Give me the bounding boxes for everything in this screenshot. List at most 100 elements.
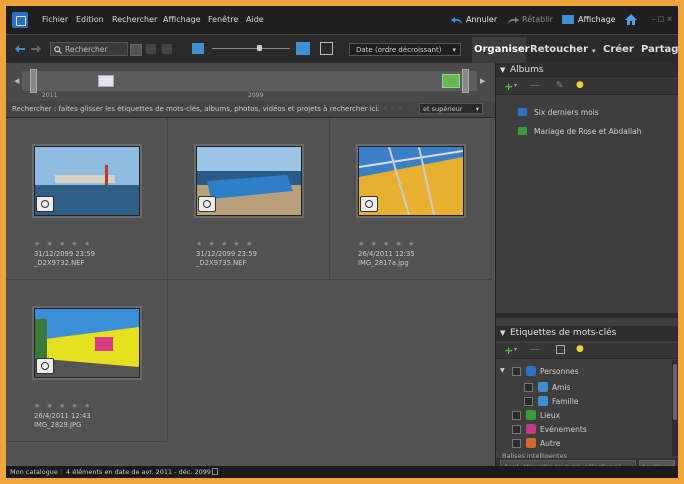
keyword-filter-icon[interactable] bbox=[556, 345, 565, 354]
keyword-checkbox[interactable] bbox=[512, 439, 521, 448]
keyword-label[interactable]: Personnes bbox=[540, 367, 578, 376]
timeline-marker[interactable] bbox=[98, 75, 114, 87]
menu-search[interactable]: Rechercher bbox=[112, 15, 157, 24]
sort-value: Date (ordre décroissant) bbox=[356, 46, 442, 54]
media-item[interactable]: ★ ★ ★ ★ ★ 31/12/2099 23:59 _D2X9732.NEF bbox=[6, 118, 168, 280]
lightbulb-icon[interactable]: ● bbox=[576, 344, 584, 354]
collapse-triangle-icon[interactable]: ▼ bbox=[500, 63, 505, 78]
scrollbar-thumb[interactable] bbox=[673, 364, 677, 420]
sort-select[interactable]: Date (ordre décroissant) ▾ bbox=[349, 43, 461, 56]
keyword-checkbox[interactable] bbox=[512, 425, 521, 434]
keyword-label[interactable]: Lieux bbox=[540, 411, 560, 420]
keyword-label[interactable]: Autre bbox=[540, 439, 560, 448]
folder-view-icon[interactable] bbox=[146, 44, 156, 54]
timeline[interactable]: ◀ ▶ 2011 2099 bbox=[6, 63, 495, 101]
timeline-scroll-left-icon[interactable]: ◀ bbox=[14, 77, 19, 85]
keyword-checkbox[interactable] bbox=[524, 397, 533, 406]
tab-retoucher-chevron-icon[interactable]: ▾ bbox=[592, 47, 596, 55]
timeline-right-handle[interactable] bbox=[462, 69, 469, 93]
add-album-icon[interactable]: + bbox=[504, 80, 513, 93]
rating-stars[interactable]: ★ ★ ★ ★ ★ bbox=[358, 240, 416, 248]
timeline-scroll-right-icon[interactable]: ▶ bbox=[480, 77, 485, 85]
thumbnail-large-icon[interactable] bbox=[296, 42, 310, 55]
keywords-title: Etiquettes de mots-clés bbox=[510, 328, 617, 338]
add-keyword-icon[interactable]: + bbox=[504, 344, 513, 357]
media-meta: 26/4/2011 12:35 IMG_2817a.jpg bbox=[358, 250, 415, 268]
remove-keyword-icon[interactable]: — bbox=[530, 344, 540, 355]
lock-icon[interactable] bbox=[212, 468, 218, 475]
media-item[interactable]: ★ ★ ★ ★ ★ 26/4/2011 12:35 IMG_2817a.jpg bbox=[330, 118, 492, 280]
search-input[interactable]: Rechercher bbox=[50, 42, 128, 56]
app-logo-icon[interactable] bbox=[12, 12, 28, 28]
home-icon[interactable] bbox=[624, 13, 638, 26]
search-drop-bar[interactable]: Rechercher : faites glisser les étiquett… bbox=[6, 101, 495, 118]
timeline-left-handle[interactable] bbox=[30, 69, 37, 93]
menu-help[interactable]: Aide bbox=[246, 15, 264, 24]
media-filename: _D2X9735.NEF bbox=[196, 259, 247, 267]
collapse-triangle-icon[interactable]: ▼ bbox=[500, 326, 505, 341]
panel-splitter[interactable] bbox=[496, 313, 678, 318]
menu-view[interactable]: Affichage bbox=[163, 15, 201, 24]
media-filename: _D2X9732.NEF bbox=[34, 259, 85, 267]
rating-stars[interactable]: ★ ★ ★ ★ ★ bbox=[34, 402, 92, 410]
album-item[interactable]: Mariage de Rose et Abdallah bbox=[518, 127, 641, 136]
menu-edit[interactable]: Edition bbox=[76, 15, 104, 24]
albums-header[interactable]: ▼ Albums bbox=[496, 63, 678, 78]
undo-button[interactable]: Annuler bbox=[466, 15, 497, 24]
keywords-header[interactable]: ▼ Etiquettes de mots-clés bbox=[496, 326, 678, 341]
tab-retoucher[interactable]: Retoucher bbox=[530, 44, 588, 55]
zoom-slider-thumb[interactable] bbox=[257, 45, 262, 51]
tab-creer[interactable]: Créer bbox=[603, 44, 634, 55]
thumbnail-small-icon[interactable] bbox=[192, 43, 204, 54]
other-tag-icon bbox=[526, 438, 536, 448]
chevron-down-icon[interactable]: ▾ bbox=[514, 346, 517, 353]
keywords-scrollbar[interactable] bbox=[672, 360, 678, 456]
media-date: 31/12/2099 23:59 bbox=[34, 250, 95, 258]
undo-icon[interactable] bbox=[450, 16, 464, 26]
display-icon[interactable] bbox=[562, 15, 574, 24]
keyword-label[interactable]: Amis bbox=[552, 383, 570, 392]
rating-filter-stars[interactable]: ☆☆☆☆☆ bbox=[368, 105, 405, 112]
media-item[interactable]: ★ ★ ★ ★ ★ 26/4/2011 12:43 IMG_2829.JPG bbox=[6, 280, 168, 442]
keyword-label[interactable]: Famille bbox=[552, 397, 578, 406]
timeline-year-end: 2099 bbox=[248, 92, 264, 99]
media-item[interactable]: ★ ★ ★ ★ ★ 31/12/2099 23:59 _D2X9735.NEF bbox=[168, 118, 330, 280]
search-hint: Rechercher : faites glisser les étiquett… bbox=[12, 105, 380, 113]
timeline-track[interactable] bbox=[22, 71, 477, 91]
menu-window[interactable]: Fenêtre bbox=[208, 15, 238, 24]
status-summary: 4 éléments en date de avr. 2011 - déc. 2… bbox=[66, 468, 211, 476]
tab-partager[interactable]: Partager bbox=[641, 44, 678, 55]
media-view-icon[interactable] bbox=[162, 44, 172, 54]
rating-stars[interactable]: ★ ★ ★ ★ ★ bbox=[34, 240, 92, 248]
keyword-checkbox[interactable] bbox=[524, 383, 533, 392]
lightbulb-icon[interactable]: ● bbox=[576, 80, 584, 90]
keywords-toolbar: + ▾ — ● bbox=[496, 343, 678, 359]
keyword-checkbox[interactable] bbox=[512, 411, 521, 420]
timeline-marker[interactable] bbox=[442, 74, 460, 88]
smart-album-icon bbox=[518, 108, 527, 116]
zoom-slider[interactable] bbox=[212, 48, 290, 49]
friends-icon bbox=[538, 382, 548, 392]
keyword-label[interactable]: Evénements bbox=[540, 425, 587, 434]
rating-stars[interactable]: ★ ★ ★ ★ ★ bbox=[196, 240, 254, 248]
remove-album-icon[interactable]: — bbox=[530, 80, 540, 91]
fullscreen-icon[interactable] bbox=[320, 42, 333, 55]
media-filename: IMG_2817a.jpg bbox=[358, 259, 409, 267]
redo-button[interactable]: Rétablir bbox=[522, 15, 553, 24]
back-arrow-icon[interactable] bbox=[14, 43, 26, 55]
album-item[interactable]: Six derniers mois bbox=[518, 108, 599, 117]
display-menu[interactable]: Affichage bbox=[578, 15, 616, 24]
window-controls[interactable]: – □ × bbox=[652, 15, 672, 23]
menu-file[interactable]: Fichier bbox=[42, 15, 68, 24]
search-options-icon[interactable] bbox=[130, 44, 142, 56]
redo-icon[interactable] bbox=[506, 16, 520, 26]
edit-album-icon[interactable]: ✎ bbox=[556, 81, 564, 91]
keyword-checkbox[interactable] bbox=[512, 367, 521, 376]
forward-arrow-icon[interactable] bbox=[30, 43, 42, 55]
tab-organiser[interactable]: Organiser bbox=[474, 44, 530, 55]
toolbar: Rechercher Date (ordre décroissant) ▾ Or… bbox=[6, 34, 678, 63]
chevron-down-icon[interactable]: ▾ bbox=[514, 82, 517, 89]
catalog-name[interactable]: Mon catalogue bbox=[10, 466, 58, 478]
rating-filter-select[interactable]: et supérieur ▾ bbox=[419, 103, 483, 114]
expand-triangle-icon[interactable]: ▼ bbox=[500, 367, 505, 374]
